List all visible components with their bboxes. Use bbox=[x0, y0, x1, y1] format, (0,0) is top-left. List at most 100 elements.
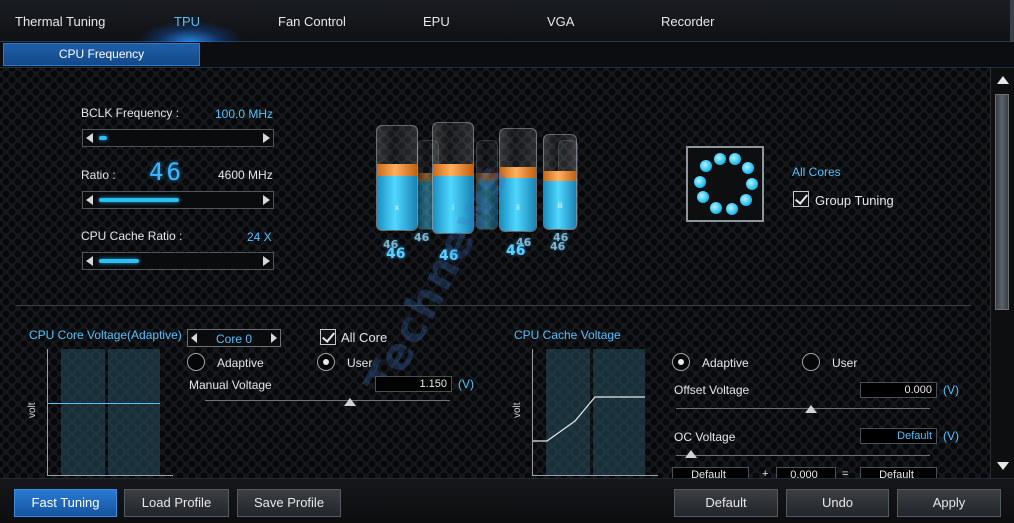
core-battery-glyph: iii bbox=[557, 201, 563, 210]
apply-button[interactable]: Apply bbox=[897, 489, 1001, 517]
result-equals-sign: = bbox=[842, 468, 849, 478]
all-core-label: All Core bbox=[341, 330, 388, 345]
core-dot bbox=[710, 202, 722, 214]
spinner-right-arrow-icon[interactable] bbox=[271, 333, 277, 343]
load-profile-button[interactable]: Load Profile bbox=[124, 489, 229, 517]
core-adaptive-radio[interactable] bbox=[187, 353, 205, 371]
tab-epu[interactable]: EPU bbox=[423, 14, 450, 29]
oc-voltage-label: OC Voltage bbox=[674, 430, 736, 444]
vertical-scrollbar[interactable] bbox=[990, 68, 1014, 478]
slider-right-arrow-icon[interactable] bbox=[263, 133, 270, 143]
manual-voltage-slider-thumb[interactable] bbox=[344, 398, 356, 406]
window-edge bbox=[1010, 0, 1014, 42]
offset-voltage-input[interactable]: 0.000 bbox=[860, 382, 937, 398]
graph-band bbox=[108, 349, 160, 475]
result-base-value: Default bbox=[672, 467, 749, 478]
slider-left-arrow-icon[interactable] bbox=[86, 195, 93, 205]
core-battery-0[interactable]: x bbox=[376, 125, 418, 231]
cache-voltage-title: CPU Cache Voltage bbox=[514, 328, 621, 342]
ratio-slider-fill bbox=[99, 198, 179, 202]
core-user-radio[interactable] bbox=[317, 353, 335, 371]
core-dot bbox=[694, 176, 706, 188]
top-tab-bar: Thermal Tuning TPU Fan Control EPU VGA R… bbox=[0, 0, 1014, 42]
group-tuning-label: Group Tuning bbox=[815, 193, 894, 208]
offset-voltage-slider[interactable] bbox=[676, 408, 930, 409]
offset-voltage-slider-thumb[interactable] bbox=[805, 405, 817, 413]
manual-voltage-input[interactable]: 1.150 bbox=[375, 376, 452, 392]
oc-voltage-unit: (V) bbox=[943, 429, 959, 443]
core-dot bbox=[729, 153, 741, 165]
cache-adaptive-label: Adaptive bbox=[702, 356, 749, 370]
cache-user-label: User bbox=[832, 356, 858, 370]
undo-button[interactable]: Undo bbox=[786, 489, 889, 517]
manual-voltage-slider[interactable] bbox=[205, 400, 450, 401]
bclk-slider-fill bbox=[99, 136, 107, 140]
tab-fan-control[interactable]: Fan Control bbox=[278, 14, 346, 29]
result-plus-sign: + bbox=[762, 468, 769, 478]
default-button[interactable]: Default bbox=[674, 489, 778, 517]
tab-recorder[interactable]: Recorder bbox=[661, 14, 714, 29]
core-dot bbox=[746, 178, 758, 190]
tab-tpu[interactable]: TPU bbox=[174, 14, 200, 29]
graph-voltage-curve bbox=[533, 396, 645, 442]
core-dot bbox=[726, 203, 738, 215]
core-group-icon[interactable] bbox=[686, 146, 764, 222]
core-voltage-graph bbox=[47, 349, 173, 476]
ratio-mhz-value: 4600 MHz bbox=[218, 168, 273, 182]
core-dot bbox=[742, 162, 754, 174]
core-dot bbox=[714, 153, 726, 165]
all-core-checkbox[interactable] bbox=[320, 329, 336, 345]
slider-left-arrow-icon[interactable] bbox=[86, 256, 93, 266]
ratio-label: Ratio : bbox=[81, 168, 116, 182]
section-divider bbox=[16, 305, 971, 306]
scrollbar-thumb[interactable] bbox=[995, 94, 1009, 310]
bclk-value: 100.0 MHz bbox=[215, 107, 274, 121]
offset-voltage-label: Offset Voltage bbox=[674, 383, 750, 397]
result-offset-value: 0.000 bbox=[776, 467, 836, 478]
cache-voltage-graph bbox=[532, 349, 658, 476]
core-adaptive-label: Adaptive bbox=[217, 356, 264, 370]
manual-voltage-unit: (V) bbox=[458, 377, 474, 391]
cache-ratio-slider[interactable] bbox=[82, 252, 274, 270]
offset-voltage-unit: (V) bbox=[943, 383, 959, 397]
save-profile-button[interactable]: Save Profile bbox=[237, 489, 341, 517]
oc-voltage-slider[interactable] bbox=[676, 455, 930, 456]
cache-adaptive-radio[interactable] bbox=[672, 353, 690, 371]
core-dot bbox=[740, 194, 752, 206]
cache-ratio-value: 24 X bbox=[247, 230, 272, 244]
scroll-up-arrow-icon[interactable] bbox=[997, 76, 1009, 84]
slider-right-arrow-icon[interactable] bbox=[263, 256, 270, 266]
core-ratio-2: 46 bbox=[506, 243, 526, 259]
core-voltage-axis-label: volt bbox=[27, 402, 38, 418]
tab-thermal-tuning[interactable]: Thermal Tuning bbox=[15, 14, 105, 29]
core-dot bbox=[697, 191, 709, 203]
result-total-value: Default bbox=[860, 467, 937, 478]
core-select-value: Core 0 bbox=[215, 332, 253, 346]
core-ratio-0: 46 bbox=[386, 246, 406, 262]
scroll-down-arrow-icon[interactable] bbox=[997, 462, 1009, 470]
core-battery-3[interactable]: iii bbox=[543, 134, 577, 230]
core-select-spinner[interactable]: Core 0 bbox=[187, 329, 281, 347]
slider-left-arrow-icon[interactable] bbox=[86, 133, 93, 143]
slider-right-arrow-icon[interactable] bbox=[263, 195, 270, 205]
fast-tuning-button[interactable]: Fast Tuning bbox=[14, 489, 117, 517]
oc-voltage-slider-thumb[interactable] bbox=[685, 450, 697, 458]
ratio-big-display: 46 bbox=[149, 158, 184, 186]
cache-user-radio[interactable] bbox=[802, 353, 820, 371]
cache-voltage-result-row: Default + 0.000 = Default bbox=[670, 466, 970, 478]
group-tuning-checkbox[interactable] bbox=[793, 191, 809, 207]
cache-voltage-axis-label: volt bbox=[512, 402, 523, 418]
subtab-cpu-frequency[interactable]: CPU Frequency bbox=[3, 43, 200, 66]
oc-voltage-input[interactable]: Default bbox=[860, 428, 937, 444]
graph-voltage-line bbox=[48, 403, 160, 404]
core-voltage-title: CPU Core Voltage(Adaptive) bbox=[29, 328, 182, 342]
core-ratio-3: 46 bbox=[550, 240, 566, 253]
all-cores-label[interactable]: All Cores bbox=[792, 165, 841, 179]
tab-vga[interactable]: VGA bbox=[547, 14, 574, 29]
core-dot bbox=[700, 160, 712, 172]
bclk-label: BCLK Frequency : bbox=[81, 106, 180, 120]
bclk-slider[interactable] bbox=[82, 129, 274, 147]
manual-voltage-label: Manual Voltage bbox=[189, 378, 272, 392]
ratio-slider[interactable] bbox=[82, 191, 274, 209]
cache-ratio-label: CPU Cache Ratio : bbox=[81, 229, 183, 243]
